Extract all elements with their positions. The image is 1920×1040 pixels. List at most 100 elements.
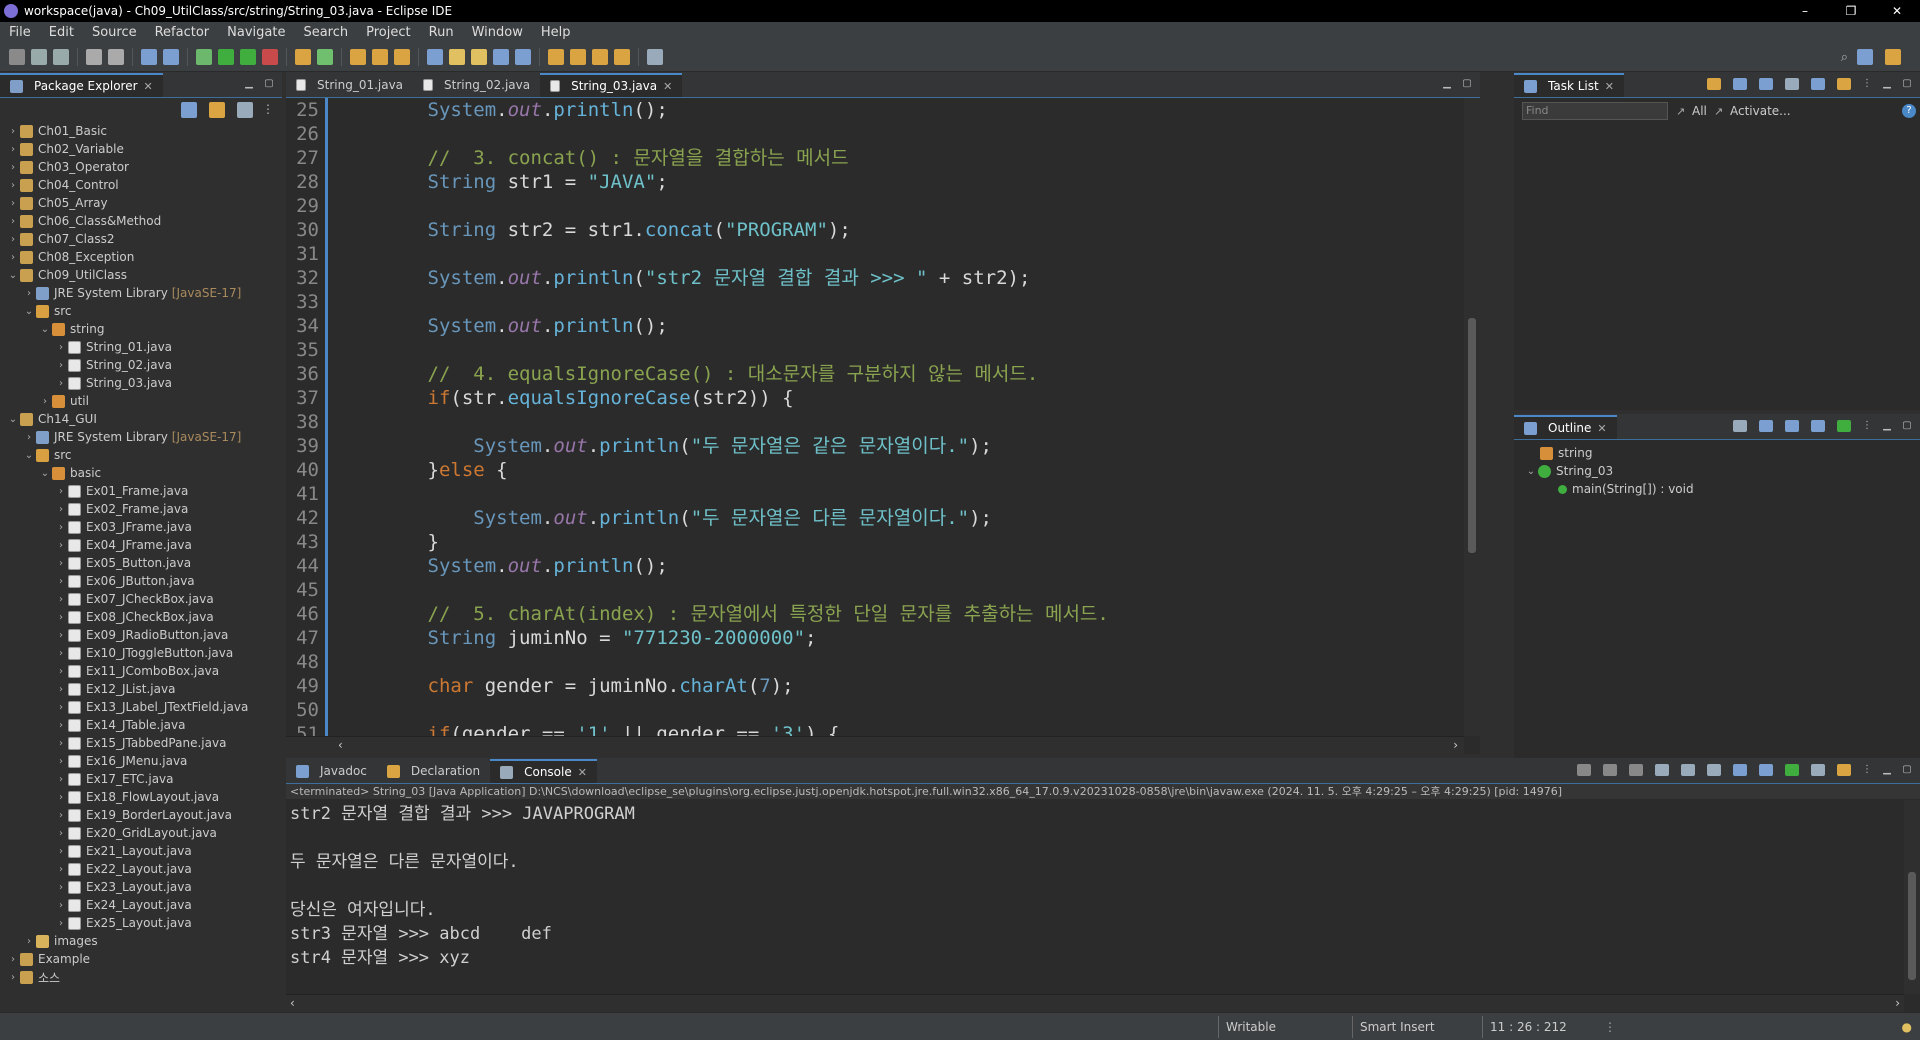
console-output[interactable]: str2 문자열 결합 결과 >>> JAVAPROGRAM 두 문자열은 다른… [290,802,1900,970]
menu-run[interactable]: Run [420,25,463,40]
chevron-down-icon[interactable]: ⌄ [22,306,36,317]
highlight-icon[interactable] [449,48,465,65]
tree-item[interactable]: ⌄ Ch14_GUI [0,410,282,428]
code-line[interactable]: // 5. charAt(index) : 문자열에서 특정한 단일 문자를 추… [336,602,1464,626]
java-perspective-icon[interactable] [1885,49,1901,65]
tree-item[interactable]: › 소스 [0,968,282,986]
tree-item[interactable]: › Ex10_JToggleButton.java [0,644,282,662]
console-horizontal-scrollbar[interactable]: ‹ › [286,994,1904,1012]
save-icon[interactable] [31,48,47,65]
chevron-down-icon[interactable]: ⌄ [6,270,20,281]
code-line[interactable]: String juminNo = "771230-2000000"; [336,626,1464,650]
code-line[interactable] [336,242,1464,266]
tree-item[interactable]: › Ex22_Layout.java [0,860,282,878]
terminal-icon[interactable] [141,48,157,65]
tree-item[interactable]: › Ex19_BorderLayout.java [0,806,282,824]
copy-icon[interactable] [1811,764,1825,776]
code-line[interactable] [336,578,1464,602]
outline-class[interactable]: ⌄ String_03 [1524,464,1613,478]
chevron-down-icon[interactable]: ⌄ [1524,466,1538,477]
code-line[interactable]: System.out.println("두 문자열은 같은 문자열이다."); [336,434,1464,458]
outline-package[interactable]: string [1540,446,1592,460]
search-icon[interactable]: ⌕ [1841,50,1848,65]
chevron-right-icon[interactable]: › [54,864,68,875]
coverage-icon[interactable] [240,48,256,65]
tree-item[interactable]: › Ex02_Frame.java [0,500,282,518]
chevron-right-icon[interactable]: › [54,522,68,533]
tree-item[interactable]: ⌄ Ch09_UtilClass [0,266,282,284]
tree-item[interactable]: ⌄ src [0,302,282,320]
code-line[interactable]: } [336,530,1464,554]
new-icon[interactable] [9,48,25,65]
code-line[interactable] [336,122,1464,146]
external-tools-icon[interactable] [262,48,278,65]
next-annotation-icon[interactable] [548,48,564,65]
chevron-right-icon[interactable]: › [54,558,68,569]
code-line[interactable]: System.out.println(); [336,314,1464,338]
hide-nonpublic-icon[interactable] [1811,420,1825,432]
tree-item[interactable]: › Ch05_Array [0,194,282,212]
menu-help[interactable]: Help [532,25,580,40]
code-line[interactable]: if(str.equalsIgnoreCase(str2)) { [336,386,1464,410]
code-line[interactable] [336,650,1464,674]
skip-breakpoints-icon[interactable] [163,48,179,65]
hide-completed-icon[interactable] [1785,78,1799,90]
tree-item[interactable]: › Ch01_Basic [0,122,282,140]
search-tool-icon[interactable] [394,48,410,65]
tree-item[interactable]: › util [0,392,282,410]
whitespace-icon[interactable] [515,48,531,65]
code-line[interactable] [336,482,1464,506]
maximize-editor-icon[interactable]: ▢ [1460,78,1474,90]
activate-link[interactable]: Activate... [1730,104,1791,118]
chevron-right-icon[interactable]: › [54,846,68,857]
chevron-right-icon[interactable]: › [6,252,20,263]
forward-icon[interactable] [614,48,630,65]
tree-item[interactable]: › Ch04_Control [0,176,282,194]
tree-item[interactable]: › JRE System Library [JavaSE-17] [0,428,282,446]
code-line[interactable]: String str1 = "JAVA"; [336,170,1464,194]
chevron-right-icon[interactable]: › [38,396,52,407]
tree-item[interactable]: › Ex23_Layout.java [0,878,282,896]
code-line[interactable]: // 4. equalsIgnoreCase() : 대소문자를 구분하지 않는… [336,362,1464,386]
tab-task-list[interactable]: Task List ✕ [1514,73,1624,97]
chevron-right-icon[interactable]: › [54,792,68,803]
tree-item[interactable]: › Ex11_JComboBox.java [0,662,282,680]
menu-search[interactable]: Search [294,25,357,40]
scroll-thumb[interactable] [1468,318,1476,553]
close-button[interactable]: ✕ [1874,0,1920,22]
editor-horizontal-scrollbar[interactable]: ‹ › [286,736,1464,754]
tree-item[interactable]: › Ex03_JFrame.java [0,518,282,536]
chevron-right-icon[interactable]: › [6,180,20,191]
block-selection-icon[interactable] [493,48,509,65]
code-line[interactable]: }else { [336,458,1464,482]
chevron-right-icon[interactable]: › [6,954,20,965]
chevron-right-icon[interactable]: › [22,936,36,947]
tree-item[interactable]: › Ex17_ETC.java [0,770,282,788]
scroll-thumb[interactable] [1908,872,1916,980]
chevron-right-icon[interactable]: › [54,702,68,713]
pin-editor-icon[interactable] [647,48,663,65]
scroll-right-icon[interactable]: › [1453,738,1458,752]
restore-button[interactable]: ❐ [1828,0,1874,22]
tab-package-explorer[interactable]: Package Explorer ✕ [0,73,163,97]
tree-item[interactable]: › Ch02_Variable [0,140,282,158]
hide-local-types-icon[interactable] [1837,420,1851,432]
back-icon[interactable] [592,48,608,65]
new-java-project-icon[interactable] [295,48,311,65]
tree-item[interactable]: › Ex24_Layout.java [0,896,282,914]
tree-item[interactable]: › Ex04_JFrame.java [0,536,282,554]
menu-window[interactable]: Window [463,25,532,40]
minimize-view-icon[interactable]: ▁ [1880,420,1894,432]
tree-item[interactable]: › Ex09_JRadioButton.java [0,626,282,644]
chevron-right-icon[interactable]: › [22,432,36,443]
scroll-left-icon[interactable]: ‹ [290,996,295,1010]
remove-all-icon[interactable] [1629,764,1643,776]
tree-item[interactable]: › Ex12_JList.java [0,680,282,698]
chevron-down-icon[interactable]: ⌄ [6,414,20,425]
tree-item[interactable]: › Ex05_Button.java [0,554,282,572]
tree-item[interactable]: › Ex08_JCheckBox.java [0,608,282,626]
debug-icon[interactable] [196,48,212,65]
scroll-left-icon[interactable]: ‹ [338,738,343,752]
pin-console-icon[interactable] [1733,764,1747,776]
terminate-icon[interactable] [1577,764,1591,776]
